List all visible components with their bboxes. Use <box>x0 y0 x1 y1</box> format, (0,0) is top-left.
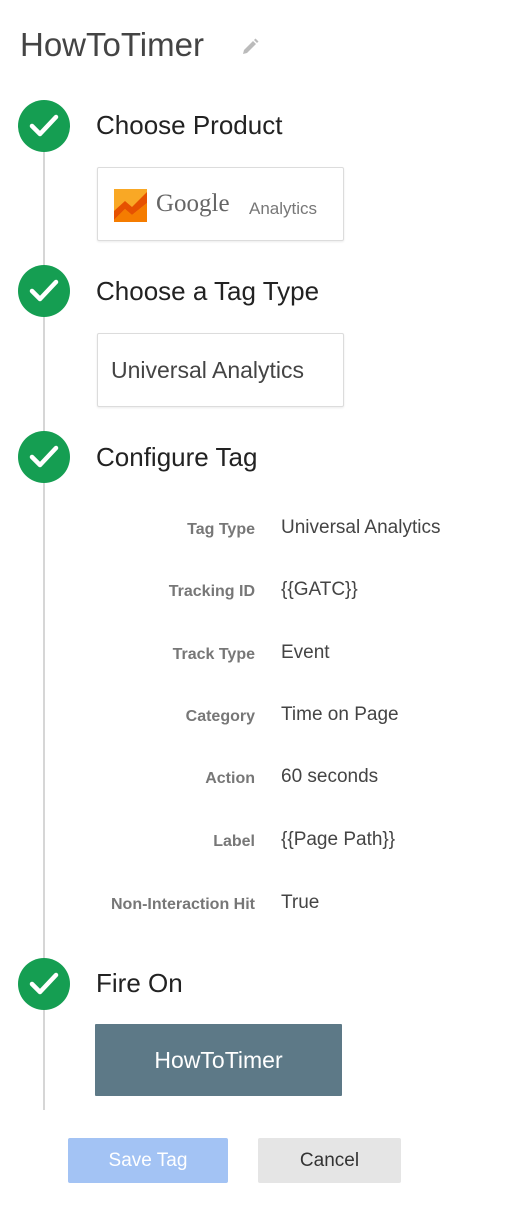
check-circle-icon <box>18 100 70 152</box>
step-title-choose-tag-type: Choose a Tag Type <box>96 276 320 306</box>
check-circle-icon <box>18 958 70 1010</box>
config-row-tag-type: Tag Type Universal Analytics <box>0 517 511 545</box>
step-title-configure-tag: Configure Tag <box>96 442 258 472</box>
config-value: Universal Analytics <box>281 517 441 538</box>
check-circle-icon <box>18 265 70 317</box>
product-card[interactable]: Google Analytics <box>97 167 344 241</box>
config-value: Time on Page <box>281 704 399 725</box>
cancel-button[interactable]: Cancel <box>258 1138 401 1183</box>
page-title: HowToTimer <box>20 26 204 63</box>
trigger-howtotimer[interactable]: HowToTimer <box>95 1024 342 1096</box>
config-label: Tag Type <box>187 521 255 538</box>
product-name: Analytics <box>249 199 318 218</box>
config-row-tracking-id: Tracking ID {{GATC}} <box>0 579 511 607</box>
config-value: {{GATC}} <box>281 579 358 600</box>
step-title-choose-product: Choose Product <box>96 110 283 140</box>
config-label: Tracking ID <box>168 583 255 600</box>
config-label: Non-Interaction Hit <box>111 896 255 913</box>
config-row-track-type: Track Type Event <box>0 642 511 670</box>
config-value: 60 seconds <box>281 766 379 787</box>
config-value: Event <box>281 642 330 663</box>
pencil-icon[interactable] <box>240 37 260 57</box>
config-value: {{Page Path}} <box>281 829 396 850</box>
config-row-non-interaction-hit: Non-Interaction Hit True <box>0 892 511 920</box>
save-tag-button[interactable]: Save Tag <box>68 1138 228 1183</box>
config-row-category: Category Time on Page <box>0 704 511 732</box>
step-title-fire-on: Fire On <box>96 968 183 998</box>
config-label: Category <box>185 708 255 725</box>
config-value: True <box>281 892 320 913</box>
product-brand: Google <box>156 190 230 217</box>
check-circle-icon <box>18 431 70 483</box>
config-row-action: Action 60 seconds <box>0 766 511 794</box>
config-label: Action <box>205 770 255 787</box>
config-label: Label <box>213 833 255 850</box>
tag-type-card[interactable]: Universal Analytics <box>97 333 344 407</box>
google-analytics-logo-icon <box>114 189 147 222</box>
config-label: Track Type <box>172 646 255 663</box>
tag-type-label: Universal Analytics <box>111 357 305 383</box>
config-row-label: Label {{Page Path}} <box>0 829 511 857</box>
